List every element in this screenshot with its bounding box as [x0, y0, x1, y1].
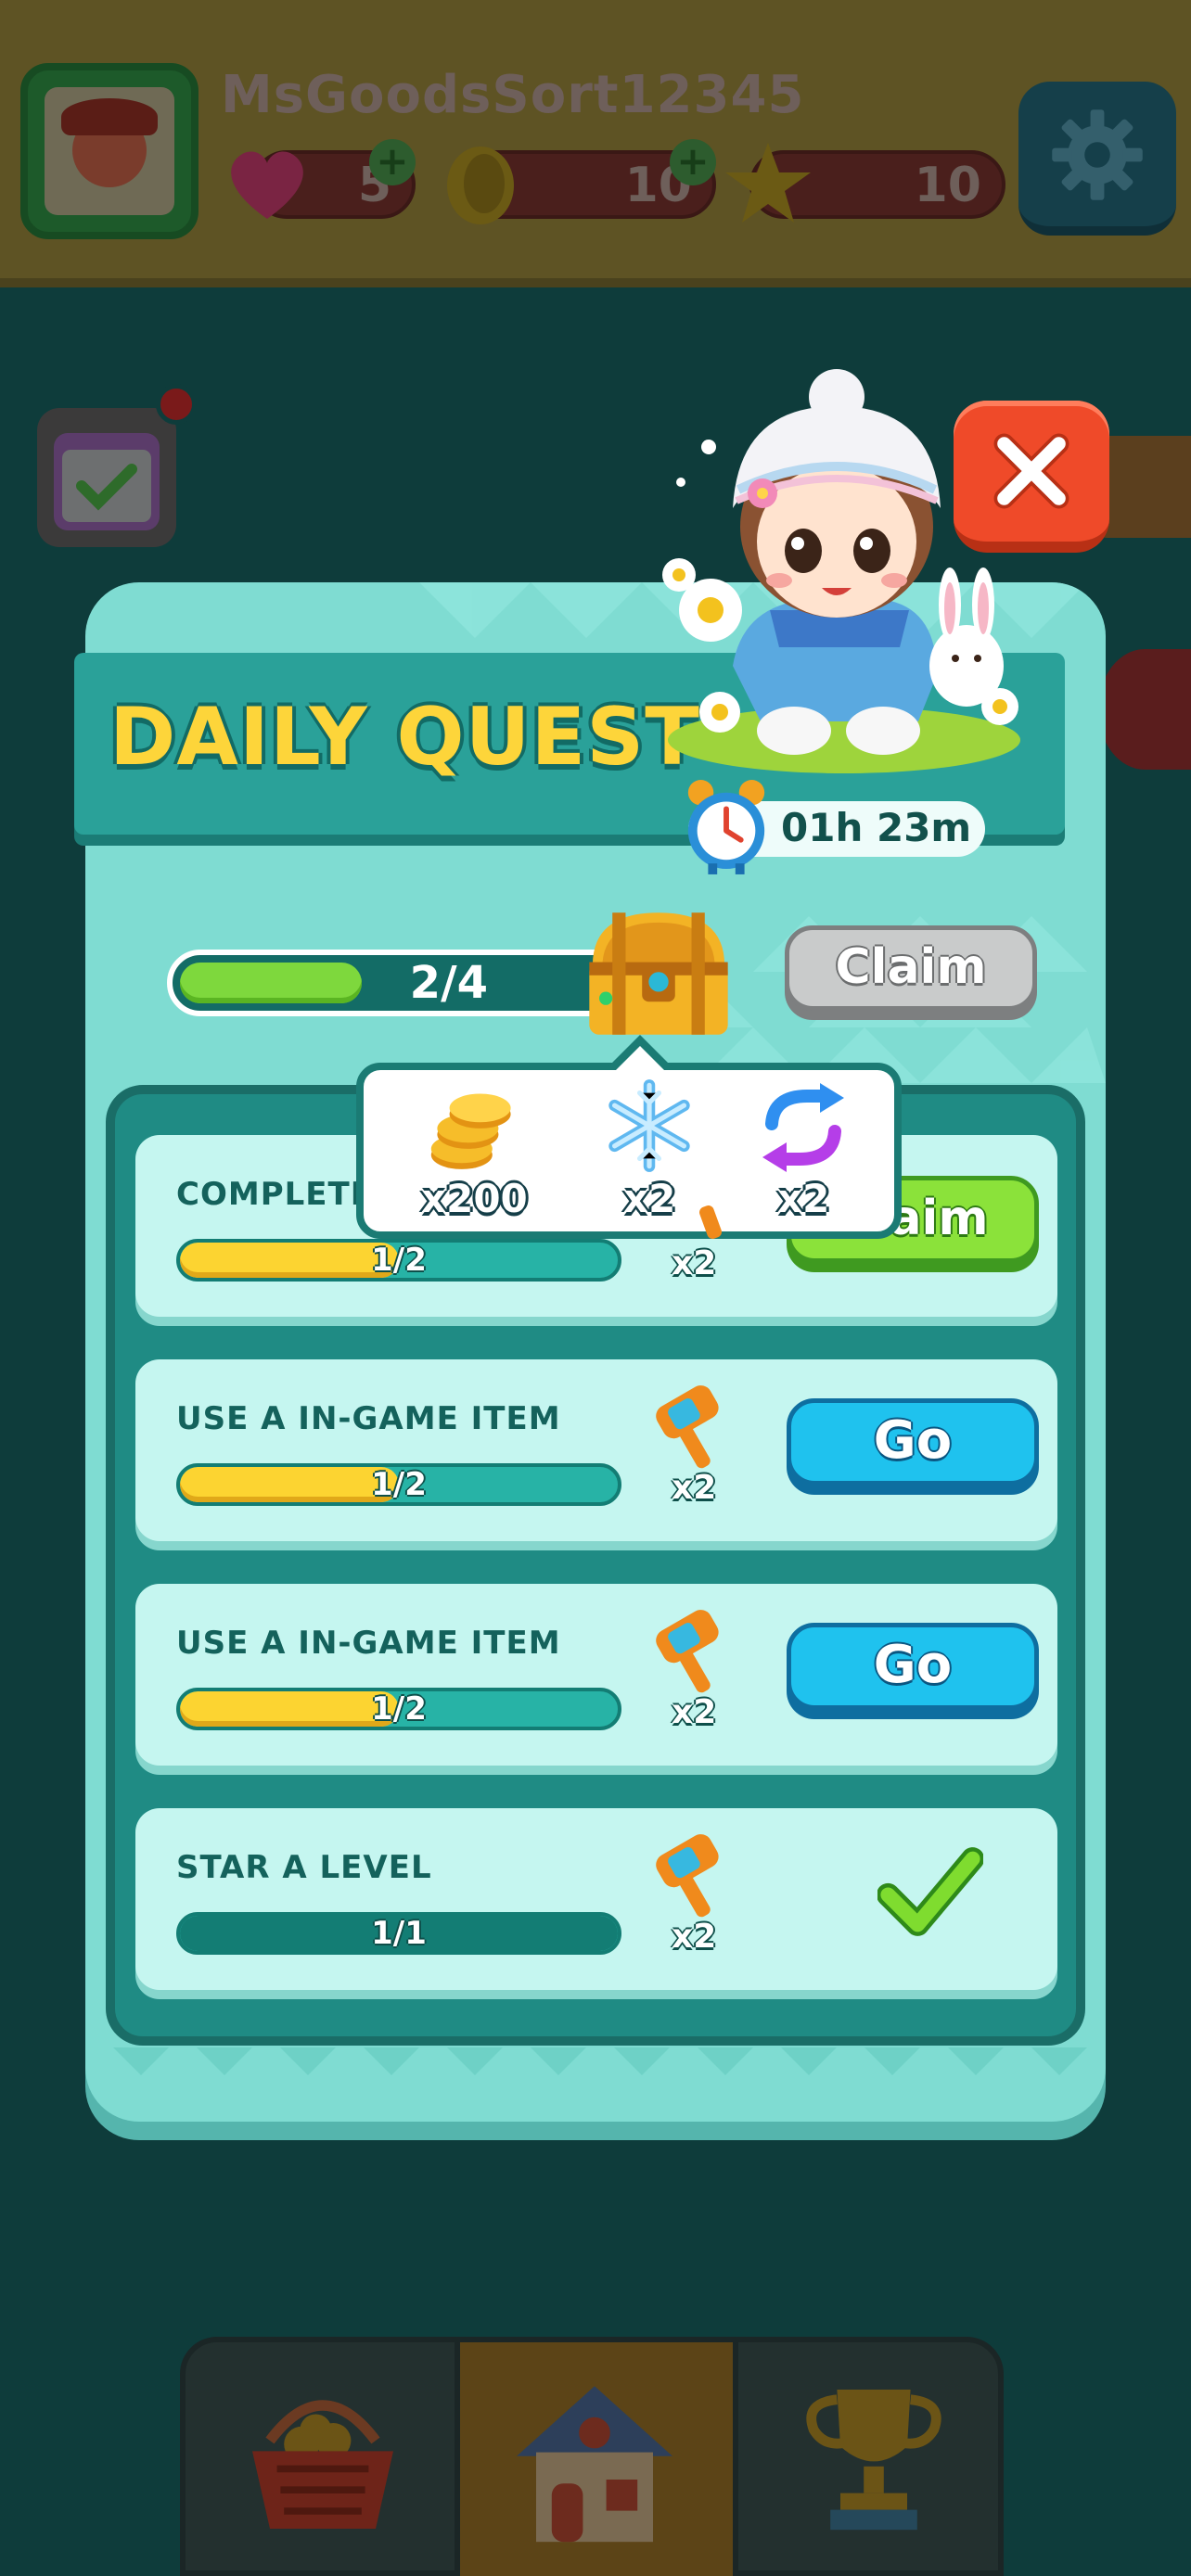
shuffle-icon [762, 1083, 844, 1172]
trophy-icon [806, 2390, 941, 2531]
stars-value: 10 [914, 158, 981, 213]
house-icon [517, 2386, 672, 2543]
notification-dot [156, 384, 197, 425]
reward-freeze-qty: x2 [623, 1176, 676, 1221]
gear-icon [1052, 109, 1143, 200]
coin-stack-icon [430, 1093, 511, 1169]
player-username: MsGoodsSort12345 [221, 65, 805, 125]
timer-text: 01h 23m [781, 805, 972, 850]
quest-label: COMPLETE [176, 1176, 373, 1213]
quest-label: USE A IN-GAME ITEM [176, 1625, 561, 1662]
quest-bar-text: 1/1 [371, 1915, 427, 1952]
quest-label: USE A IN-GAME ITEM [176, 1400, 561, 1437]
close-icon [993, 433, 1069, 509]
reward-shuffle-qty: x2 [777, 1176, 830, 1221]
hammer-icon [656, 1610, 719, 1693]
avatar-hat-icon [61, 98, 158, 135]
popup-arrow-inner [616, 1046, 664, 1070]
hammer-icon [656, 1385, 719, 1469]
page-title: DAILY QUEST [109, 691, 700, 784]
alarm-clock-icon [687, 780, 765, 874]
hammer-icon [656, 1834, 719, 1918]
nav-tab-shop[interactable] [186, 2342, 455, 2576]
quest-row: USE A IN-GAME ITEM 1/2 x2 Go [135, 1359, 1057, 1541]
side-event-button-2[interactable] [1098, 649, 1191, 770]
calendar-icon [54, 433, 160, 530]
player-avatar[interactable] [20, 63, 198, 239]
snowflake-icon [608, 1079, 690, 1172]
quest-bar-text: 1/2 [371, 1690, 427, 1728]
nav-tab-trophy[interactable] [738, 2342, 1004, 2576]
star-icon [725, 143, 811, 223]
calendar-button[interactable] [37, 408, 176, 547]
treasure-chest-icon[interactable] [575, 899, 742, 1048]
add-coins-button[interactable]: + [670, 139, 716, 185]
nav-tab-home-icon-wrap [460, 2342, 733, 2576]
quest-bar: 1/2 [176, 1688, 621, 1730]
quest-bar: 1/1 [176, 1912, 621, 1955]
checkmark-icon [877, 1847, 983, 1936]
hammer-icon [699, 1205, 722, 1239]
reward-qty: x2 [672, 1244, 717, 1282]
basket-icon [252, 2400, 393, 2529]
reward-qty: x2 [672, 1469, 717, 1507]
reward-coins-qty: x200 [421, 1176, 528, 1221]
heart-icon [231, 151, 303, 219]
quest-row: STAR A LEVEL 1/1 x2 [135, 1808, 1057, 1990]
settings-button[interactable] [1018, 82, 1176, 236]
quest-bar: 1/2 [176, 1239, 621, 1282]
quest-row: USE A IN-GAME ITEM 1/2 x2 Go [135, 1584, 1057, 1766]
quest-bar-text: 1/2 [371, 1242, 427, 1279]
quest-progress-text: 2/4 [409, 957, 488, 1009]
reward-qty: x2 [672, 1693, 717, 1731]
quest-go-button[interactable]: Go [787, 1398, 1039, 1486]
quest-bar: 1/2 [176, 1463, 621, 1506]
add-lives-button[interactable]: + [369, 139, 416, 185]
chest-claim-button[interactable]: Claim [785, 925, 1037, 1011]
quest-go-button[interactable]: Go [787, 1623, 1039, 1710]
coin-icon [447, 147, 514, 224]
bottom-nav [180, 2337, 1004, 2576]
close-button[interactable] [954, 401, 1109, 553]
avatar-portrait [45, 87, 174, 215]
quest-bar-text: 1/2 [371, 1466, 427, 1503]
quest-label: STAR A LEVEL [176, 1849, 432, 1886]
reward-qty: x2 [672, 1918, 717, 1956]
